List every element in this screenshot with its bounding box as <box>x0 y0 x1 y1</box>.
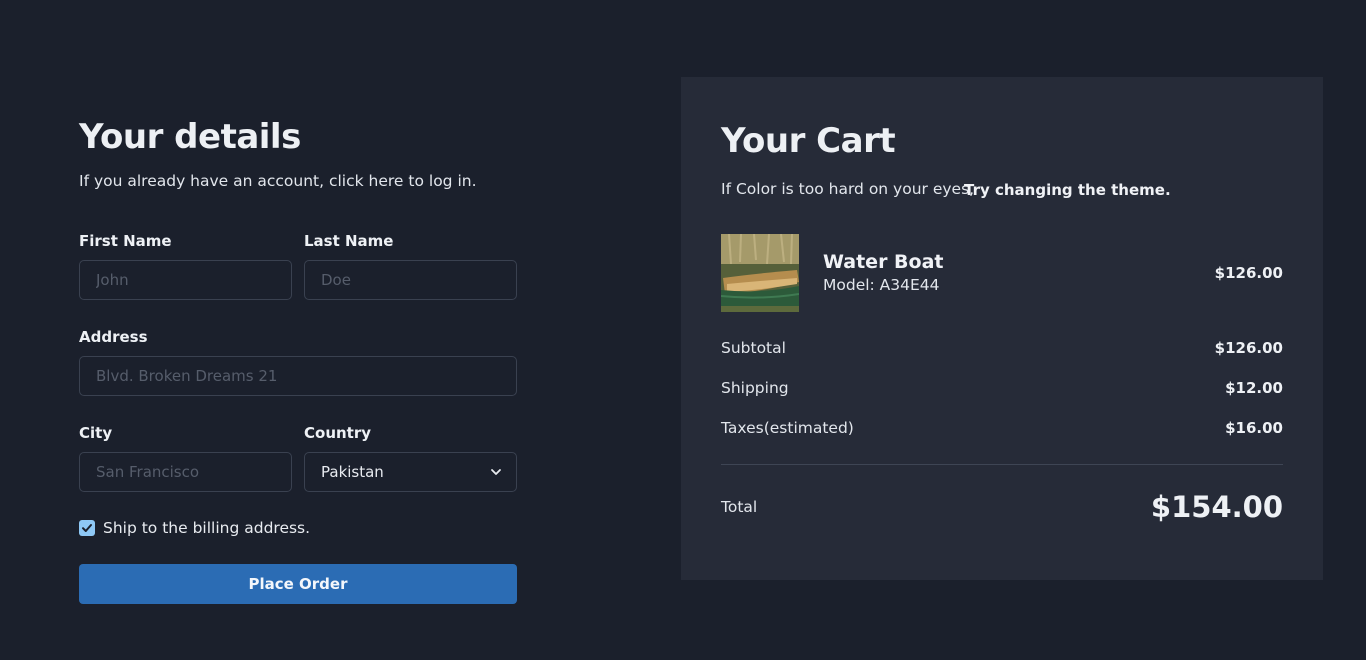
login-hint-link[interactable]: If you already have an account, click he… <box>79 171 517 191</box>
product-name: Water Boat <box>823 251 944 273</box>
country-selected-value: Pakistan <box>321 463 384 481</box>
cart-panel: Your Cart If Color is too hard on your e… <box>681 77 1323 580</box>
product-price: $126.00 <box>1214 264 1283 282</box>
country-select[interactable]: Pakistan <box>304 452 517 492</box>
product-model: Model: A34E44 <box>823 276 940 294</box>
city-input[interactable] <box>79 452 292 492</box>
last-name-input[interactable] <box>304 260 517 300</box>
ship-billing-label[interactable]: Ship to the billing address. <box>103 518 310 538</box>
shipping-label: Shipping <box>721 379 789 397</box>
total-value: $154.00 <box>1150 490 1283 524</box>
first-name-label: First Name <box>79 232 172 250</box>
details-section: Your details If you already have an acco… <box>79 115 517 191</box>
boat-thumbnail <box>721 234 799 312</box>
cart-title: Your Cart <box>721 121 896 161</box>
first-name-input[interactable] <box>79 260 292 300</box>
country-label: Country <box>304 424 372 442</box>
address-label: Address <box>79 328 148 346</box>
change-theme-link[interactable]: Try changing the theme. <box>964 180 1171 200</box>
shipping-value: $12.00 <box>1225 379 1283 397</box>
taxes-label: Taxes(estimated) <box>721 419 854 437</box>
subtotal-label: Subtotal <box>721 339 786 357</box>
theme-hint-text: If Color is too hard on your eyes, <box>721 180 975 198</box>
checkmark-icon <box>82 524 92 532</box>
ship-billing-checkbox[interactable] <box>79 520 95 536</box>
summary-divider <box>721 464 1283 465</box>
total-label: Total <box>721 498 758 516</box>
checkout-page: Your details If you already have an acco… <box>0 0 1366 660</box>
address-input[interactable] <box>79 356 517 396</box>
chevron-down-icon <box>491 469 501 475</box>
city-label: City <box>79 424 113 442</box>
place-order-button[interactable]: Place Order <box>79 564 517 604</box>
details-title: Your details <box>79 117 301 157</box>
taxes-value: $16.00 <box>1225 419 1283 437</box>
last-name-label: Last Name <box>304 232 394 250</box>
subtotal-value: $126.00 <box>1214 339 1283 357</box>
